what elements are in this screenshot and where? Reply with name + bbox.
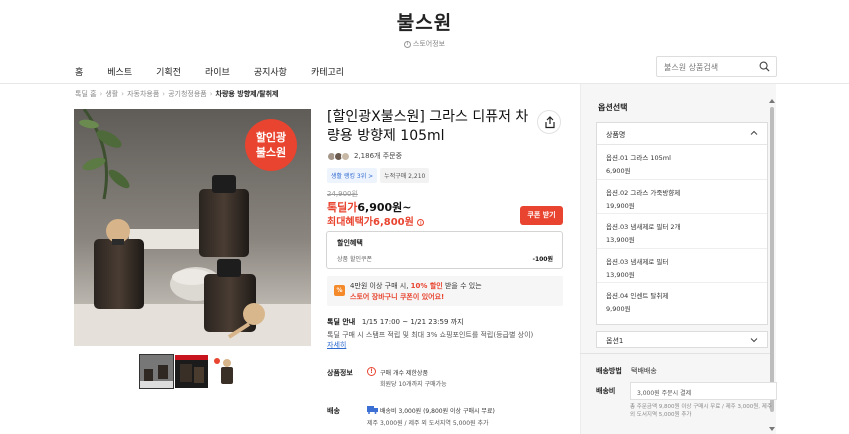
- option-item[interactable]: 옵션.04 인센트 탈취제 9,900원: [597, 283, 767, 318]
- max-benefit-label: 최대혜택가: [327, 217, 373, 228]
- shipping-fee-select[interactable]: 3,000원 주문시 결제: [630, 382, 777, 400]
- breadcrumb-item[interactable]: 공기청정용품: [168, 90, 207, 98]
- option-item[interactable]: 옵션.03 냄새제로 필터 2개 13,900원: [597, 214, 767, 249]
- breadcrumb-item[interactable]: 자동차용품: [127, 90, 159, 98]
- nav-notice[interactable]: 공지사항: [254, 65, 287, 78]
- share-button[interactable]: [537, 110, 561, 134]
- talkdeal-notice: 톡딜 안내 1/15 17:00 ~ 1/21 23:59 까지: [327, 318, 464, 326]
- chevron-up-icon: [750, 130, 758, 135]
- main-nav: 홈 베스트 기획전 라이브 공지사항 카테고리: [75, 65, 368, 78]
- scroll-up-arrow[interactable]: [769, 99, 775, 103]
- breadcrumb-item[interactable]: 톡딜 홈: [75, 90, 97, 98]
- talkdeal-notice-detail: 톡딜 구매 시 스탬프 적립 및 최대 3% 쇼핑포인트를 적립(등급별 상이): [327, 331, 534, 339]
- nav-home[interactable]: 홈: [75, 65, 83, 78]
- shipping-fee-label: 배송비: [596, 387, 616, 395]
- original-price: 24,900원: [327, 190, 358, 198]
- scroll-thumb[interactable]: [770, 107, 774, 412]
- warning-icon: !: [367, 367, 376, 376]
- thumbnail[interactable]: [139, 354, 174, 389]
- more-link[interactable]: 자세히: [327, 340, 346, 350]
- benefit-title: 할인혜택: [337, 239, 363, 247]
- shipping-note: 총 주문금액 9,800원 이상 구매시 무료 / 제주 3,000원, 제주 …: [630, 404, 772, 418]
- nav-exhibition[interactable]: 기획전: [156, 65, 181, 78]
- option-item[interactable]: 옵션.01 그라스 105ml 6,900원: [597, 145, 767, 180]
- store-info-link[interactable]: i 스토어정보: [0, 39, 849, 49]
- product-main-image[interactable]: 할인광 불스원: [74, 109, 311, 346]
- percent-icon: %: [334, 285, 345, 296]
- store-title[interactable]: 불스원: [0, 8, 849, 35]
- promo-line2: 스토어 장바구니 쿠폰이 있어요!: [350, 293, 445, 301]
- product-info-label: 상품정보: [327, 369, 353, 377]
- share-icon: [545, 116, 555, 129]
- max-benefit-value: 6,800원: [373, 217, 414, 228]
- truck-icon: [367, 406, 378, 414]
- option-item[interactable]: 옵션.03 냄새제로 필터 13,900원: [597, 249, 767, 283]
- delivery-extra-text: 제주 3,000원 / 제주 외 도서지역 5,000원 추가: [367, 420, 489, 427]
- discount-benefit-box: 할인혜택 상품 할인쿠폰 -100원: [326, 231, 563, 269]
- thumbnail-list: [139, 354, 243, 389]
- avatar: [341, 151, 350, 161]
- option-list-header[interactable]: 상품명: [597, 123, 767, 145]
- option1-select[interactable]: 옵션1: [596, 331, 768, 348]
- thumbnail[interactable]: [210, 355, 243, 388]
- promo-badge: 할인광 불스원: [245, 119, 297, 171]
- purchase-limit-detail: 회원당 10개까지 구매가능: [380, 381, 447, 388]
- search-placeholder: 불스원 상품검색: [664, 63, 719, 72]
- search-icon[interactable]: [759, 61, 770, 72]
- badge-line1: 할인광: [255, 131, 287, 144]
- option-item[interactable]: 옵션.02 그라스 가죽방향제 19,900원: [597, 180, 767, 214]
- cumulative-tag: 누적구매 2,210: [380, 168, 430, 183]
- shipping-method-label: 배송방법: [596, 367, 622, 375]
- breadcrumb: 톡딜 홈 › 생활 › 자동차용품 › 공기청정용품 › 차량용 방향제/탈취제: [75, 90, 279, 98]
- option-heading: 옵션선택: [598, 103, 628, 112]
- search-input[interactable]: 불스원 상품검색: [656, 56, 777, 77]
- benefit-row-label: 상품 할인쿠폰: [337, 256, 373, 263]
- breadcrumb-item[interactable]: 생활: [105, 90, 118, 98]
- benefit-row-value: -100원: [532, 256, 553, 263]
- nav-category[interactable]: 카테고리: [311, 65, 344, 78]
- delivery-fee-text: 배송비 3,000원 (9,800원 이상 구매시 무료): [380, 408, 495, 415]
- purchase-limit-text: 구매 개수 제한상품: [380, 370, 428, 377]
- scroll-down-arrow[interactable]: [769, 427, 775, 431]
- order-count-text: 2,186개 주문중: [354, 152, 403, 160]
- store-info-label: 스토어정보: [412, 40, 446, 48]
- promo-line1: 4만원 이상 구매 시, 10% 할인 받을 수 있는: [350, 282, 482, 290]
- badge-line2: 불스원: [255, 146, 287, 159]
- delivery-label: 배송: [327, 407, 340, 415]
- order-count: 2,186개 주문중: [327, 151, 402, 161]
- option-list-header-label: 상품명: [606, 131, 626, 139]
- store-coupon-banner[interactable]: % 4만원 이상 구매 시, 10% 할인 받을 수 있는 스토어 장바구니 쿠…: [327, 276, 563, 306]
- panel-divider: [580, 353, 770, 354]
- thumbnail[interactable]: [175, 355, 208, 388]
- tag-row: 생활 랭킹 3위 > 누적구매 2,210: [327, 168, 430, 183]
- shipping-method-value: 택배배송: [631, 367, 657, 375]
- coupon-button[interactable]: 쿠폰 받기: [520, 206, 563, 225]
- breadcrumb-current[interactable]: 차량용 방향제/탈취제: [216, 90, 279, 98]
- option-dropdown[interactable]: 상품명 옵션.01 그라스 105ml 6,900원 옵션.02 그라스 가죽방향…: [596, 122, 768, 325]
- product-title: [할인광X불스원] 그라스 디퓨저 차량용 방향제 105ml: [327, 109, 529, 144]
- info-icon: i: [403, 40, 411, 48]
- option1-label: 옵션1: [606, 337, 624, 345]
- nav-best[interactable]: 베스트: [107, 65, 132, 78]
- ranking-tag[interactable]: 생활 랭킹 3위 >: [327, 168, 378, 183]
- nav-live[interactable]: 라이브: [205, 65, 230, 78]
- info-icon[interactable]: i: [417, 218, 425, 226]
- max-benefit-price: 최대혜택가6,800원 i: [327, 213, 425, 228]
- chevron-down-icon: [750, 338, 758, 343]
